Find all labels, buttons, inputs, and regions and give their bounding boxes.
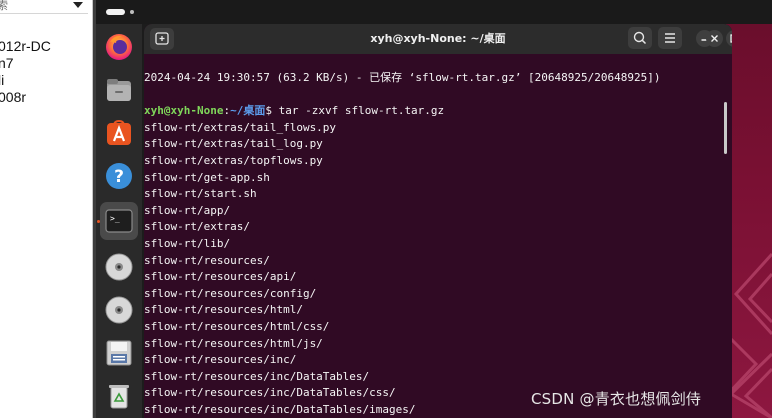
floppy-icon (106, 340, 132, 366)
host-search-field[interactable]: 索 (0, 0, 88, 14)
dock-item-trash[interactable] (100, 377, 138, 415)
terminal-titlebar[interactable]: xyh@xyh-None: ~/桌面 (144, 24, 732, 54)
prompt-path: ~/桌面 (230, 104, 266, 118)
maximize-icon (730, 34, 732, 43)
terminal-output-line: sflow-rt/resources/ (144, 253, 270, 267)
svg-text:>_: >_ (110, 214, 120, 223)
terminal-output-line: sflow-rt/resources/inc/DataTables/ (144, 369, 370, 383)
files-icon (107, 79, 131, 101)
chevron-down-icon[interactable] (73, 2, 83, 8)
terminal-status-line: 2024-04-24 19:30:57 (63.2 KB/s) - 已保存 ‘s… (144, 71, 661, 84)
new-tab-button[interactable] (150, 28, 174, 50)
terminal-prompt-line: xyh@xyh-None:~/桌面$ tar -zxvf sflow-rt.ta… (144, 103, 660, 120)
svg-text:?: ? (114, 167, 124, 187)
terminal-output-line: sflow-rt/extras/ (144, 220, 250, 234)
dock-item-firefox[interactable] (100, 28, 138, 66)
host-list-item[interactable]: 012r-DC (0, 38, 51, 55)
terminal-command: tar -zxvf sflow-rt.tar.gz (278, 104, 445, 118)
terminal-output-line: sflow-rt/resources/api/ (144, 270, 297, 284)
search-icon (633, 31, 647, 45)
host-window: 索 012r-DC n7 li 008r (0, 0, 93, 418)
terminal-output-line: sflow-rt/start.sh (144, 187, 257, 201)
app-center-icon (107, 119, 131, 145)
host-item-list: 012r-DC n7 li 008r (0, 38, 51, 106)
terminal-output-line: sflow-rt/extras/tail_log.py (144, 137, 323, 151)
wallpaper (726, 24, 772, 418)
terminal-output-line: sflow-rt/resources/html/css/ (144, 319, 330, 333)
dock-item-help[interactable]: ? (100, 157, 138, 195)
wallpaper-pattern (726, 252, 772, 418)
terminal-output-line: sflow-rt/extras/tail_flows.py (144, 120, 337, 134)
terminal-icon: >_ (105, 209, 133, 233)
terminal-blank-line (144, 87, 660, 104)
host-list-item[interactable]: 008r (0, 89, 51, 106)
terminal-output-line: sflow-rt/resources/config/ (144, 286, 317, 300)
disc-icon (105, 296, 133, 324)
dock: ? >_ (96, 24, 142, 418)
close-button[interactable] (706, 30, 723, 47)
menu-button[interactable] (658, 27, 682, 49)
terminal-output-line: sflow-rt/extras/topflows.py (144, 153, 323, 167)
activities-indicator[interactable] (106, 9, 125, 15)
terminal-output-line: sflow-rt/resources/inc/ (144, 353, 297, 367)
search-button[interactable] (628, 27, 652, 49)
workspace-dot[interactable] (130, 10, 134, 14)
new-tab-icon (155, 32, 169, 45)
terminal-scrollbar[interactable] (724, 102, 727, 154)
host-list-item[interactable]: li (0, 72, 51, 89)
host-list-item[interactable]: n7 (0, 55, 51, 72)
close-icon (711, 35, 718, 42)
disc-icon (105, 253, 133, 281)
dock-item-app-center[interactable] (100, 114, 138, 152)
dock-item-disc[interactable] (100, 291, 138, 329)
maximize-button[interactable] (726, 30, 732, 47)
prompt-user: xyh@xyh-None (144, 104, 224, 118)
screenshot-root: 索 012r-DC n7 li 008r (0, 0, 772, 418)
dock-item-floppy[interactable] (100, 334, 138, 372)
terminal-output-line: sflow-rt/resources/html/js/ (144, 336, 323, 350)
prompt-symbol: $ (265, 104, 279, 118)
running-indicator (97, 220, 100, 223)
terminal-output-line: sflow-rt/lib/ (144, 236, 231, 250)
watermark-text: CSDN @青衣也想佩剑侍 (531, 390, 702, 408)
vm-desktop: ? >_ xyh@xyh-None: ~/桌面 2024-04-24 19:30… (96, 0, 772, 418)
help-icon: ? (106, 163, 132, 189)
dock-item-files[interactable] (100, 71, 138, 109)
terminal-output-line: sflow-rt/app/ (144, 203, 231, 217)
hamburger-menu-icon (665, 33, 675, 43)
terminal-lines: 2024-04-24 19:30:57 (63.2 KB/s) - 已保存 ‘s… (144, 70, 660, 418)
terminal-output-line: sflow-rt/resources/html/ (144, 303, 303, 317)
terminal-output[interactable]: 2024-04-24 19:30:57 (63.2 KB/s) - 已保存 ‘s… (144, 54, 732, 418)
host-search-placeholder: 索 (0, 0, 8, 12)
dock-item-terminal[interactable]: >_ (100, 202, 138, 240)
terminal-window: xyh@xyh-None: ~/桌面 2024-04-24 19:30:57 (… (144, 24, 732, 418)
trash-icon (109, 385, 129, 409)
firefox-icon (106, 34, 132, 60)
top-bar (96, 0, 772, 24)
terminal-output-line: sflow-rt/get-app.sh (144, 170, 270, 184)
dock-item-disc[interactable] (100, 248, 138, 286)
